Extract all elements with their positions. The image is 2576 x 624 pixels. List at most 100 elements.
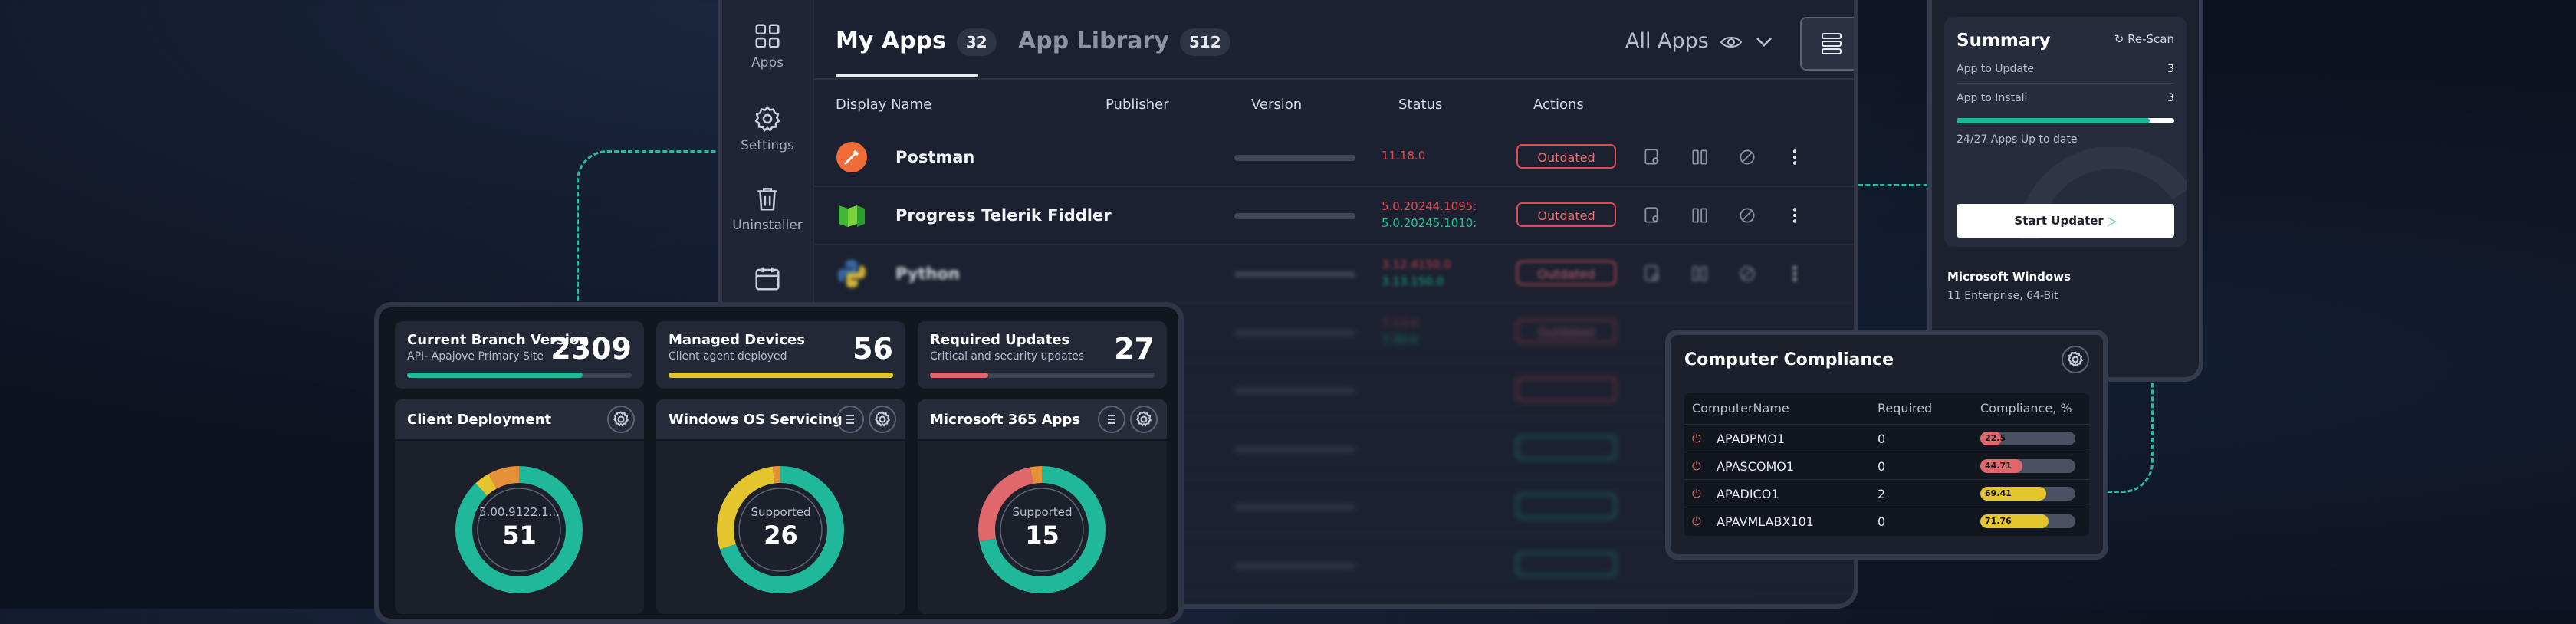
stat-value: 2309 (550, 332, 632, 366)
sidebar-item-label: Apps (751, 55, 784, 71)
details-icon[interactable] (1642, 147, 1662, 167)
stat-progress-fill (407, 373, 583, 378)
filter-label: All Apps (1625, 29, 1709, 53)
publisher-placeholder (1234, 213, 1355, 219)
details-icon[interactable] (1642, 205, 1662, 225)
more-vertical-icon[interactable] (1785, 264, 1805, 284)
version-new: 7.30.0 (1382, 333, 1418, 346)
table-row[interactable]: Progress Telerik Fiddler 5.0.20244.1095:… (813, 187, 1854, 245)
app-name: Progress Telerik Fiddler (895, 206, 1112, 225)
view-toggle (1800, 17, 1854, 71)
table-row[interactable]: Python 3.12.4150.0 3.13.150.0 Outdated (813, 245, 1854, 304)
tab-label: My Apps (836, 28, 946, 54)
tab-app-library[interactable]: App Library 512 (1018, 28, 1230, 56)
publisher-placeholder (1234, 155, 1355, 161)
details-icon[interactable] (1642, 264, 1662, 284)
computer-compliance-card: Computer Compliance ComputerName Require… (1665, 330, 2108, 560)
tab-my-apps[interactable]: My Apps 32 (836, 28, 997, 56)
donut-caption: Supported (751, 505, 811, 519)
stat-progress-fill (669, 373, 893, 378)
column-header[interactable]: Display Name (836, 97, 932, 113)
postman-logo-icon (836, 142, 867, 172)
sidebar-item-uninstaller[interactable]: Uninstaller (722, 184, 813, 233)
tab-label: App Library (1018, 28, 1169, 54)
required-count: 0 (1878, 459, 1886, 474)
rescan-button[interactable]: ↻ Re-Scan (2114, 32, 2174, 46)
compliance-bar: 22.5 (1980, 432, 2075, 445)
status-badge: Outdated (1516, 261, 1616, 285)
summary-progress-text: 24/27 Apps Up to date (1957, 133, 2078, 146)
python-logo-icon (838, 260, 866, 287)
block-icon[interactable] (1737, 147, 1757, 167)
status-badge: Outdated (1516, 202, 1616, 227)
column-header[interactable]: Status (1398, 97, 1442, 113)
compliance-row[interactable]: ⏻ APASCOMO1 0 44.71 (1684, 452, 2089, 479)
gear-icon (2068, 351, 2084, 367)
compliance-value: 44.71 (1985, 461, 2012, 471)
tab-count-badge: 32 (956, 28, 997, 56)
summary-row-value: 3 (2167, 92, 2174, 104)
play-icon: ▷ (2108, 214, 2117, 228)
os-subtitle: 11 Enterprise, 64-Bit (1947, 290, 2058, 302)
sidebar-item-apps[interactable]: Apps (722, 21, 813, 71)
status-badge-placeholder (1516, 435, 1616, 460)
dashboard-card: Current Branch Version API- Apajove Prima… (374, 302, 1184, 624)
publisher-placeholder (1234, 446, 1355, 452)
column-header[interactable]: Publisher (1106, 97, 1169, 113)
summary-progress-bar (1957, 118, 2174, 123)
columns-icon[interactable] (1690, 264, 1710, 284)
publisher-placeholder (1234, 504, 1355, 511)
calendar-icon (755, 267, 780, 291)
filter-dropdown[interactable]: All Apps (1625, 29, 1774, 53)
publisher-placeholder (1234, 388, 1355, 394)
computer-name: APADPMO1 (1717, 432, 1786, 446)
status-badge: Outdated (1516, 319, 1616, 343)
donut-caption: Supported (1012, 505, 1073, 519)
table-row[interactable]: Postman 11.18.0 Outdated (813, 129, 1854, 187)
compliance-table: ComputerName Required Compliance, % ⏻ APA… (1684, 393, 2089, 536)
donut-value: 26 (764, 521, 798, 550)
power-icon: ⏻ (1692, 432, 1701, 445)
column-header: Compliance, % (1980, 401, 2072, 415)
stat-progress-bar (930, 373, 1155, 378)
chart-panel: Microsoft 365 Apps Supported 15 (918, 399, 1167, 614)
sidebar-item-settings[interactable]: Settings (722, 104, 813, 153)
sidebar-item-label: Uninstaller (732, 218, 803, 233)
compliance-row[interactable]: ⏻ APADPMO1 0 22.5 (1684, 424, 2089, 452)
apps-grid-icon (755, 24, 780, 48)
refresh-icon: ↻ (2114, 32, 2124, 46)
columns-icon[interactable] (1690, 147, 1710, 167)
columns-icon[interactable] (1690, 205, 1710, 225)
column-header[interactable]: Actions (1533, 97, 1584, 113)
compliance-row[interactable]: ⏻ APAVMLABX101 0 71.76 (1684, 507, 2089, 534)
list-view-button[interactable] (1802, 18, 1854, 69)
row-actions (1642, 264, 1805, 287)
compliance-value: 69.41 (1985, 488, 2012, 498)
compliance-bar: 69.41 (1980, 487, 2075, 501)
sidebar-item-label: Settings (741, 138, 794, 153)
donut-value: 15 (1025, 521, 1060, 550)
summary-row-label: App to Install (1957, 92, 2028, 104)
sidebar-item-calendar[interactable] (722, 264, 813, 297)
connector-line (1858, 184, 1935, 186)
start-updater-button[interactable]: Start Updater ▷ (1957, 204, 2174, 238)
more-vertical-icon[interactable] (1785, 147, 1805, 167)
version-current: 5.0.20244.1095: (1382, 199, 1477, 213)
more-vertical-icon[interactable] (1785, 205, 1805, 225)
os-title: Microsoft Windows (1947, 270, 2072, 284)
stat-tile: Managed Devices Client agent deployed 56 (656, 321, 905, 389)
trash-icon (757, 188, 777, 211)
stat-title: Managed Devices (669, 332, 805, 348)
compliance-row[interactable]: ⏻ APADICO1 2 69.41 (1684, 479, 2089, 507)
stat-tile: Required Updates Critical and security up… (918, 321, 1167, 389)
block-icon[interactable] (1737, 264, 1757, 284)
block-icon[interactable] (1737, 205, 1757, 225)
summary-panel: Summary ↻ Re-Scan App to Update 3 App to… (1944, 17, 2187, 247)
row-actions (1642, 147, 1805, 170)
divider (1957, 83, 2174, 84)
compliance-settings-button[interactable] (2062, 346, 2089, 373)
top-bar: My Apps 32 App Library 512 All Apps (813, 0, 1854, 80)
required-count: 0 (1878, 514, 1886, 529)
stat-subtitle: Client agent deployed (669, 350, 787, 363)
column-header[interactable]: Version (1251, 97, 1302, 113)
